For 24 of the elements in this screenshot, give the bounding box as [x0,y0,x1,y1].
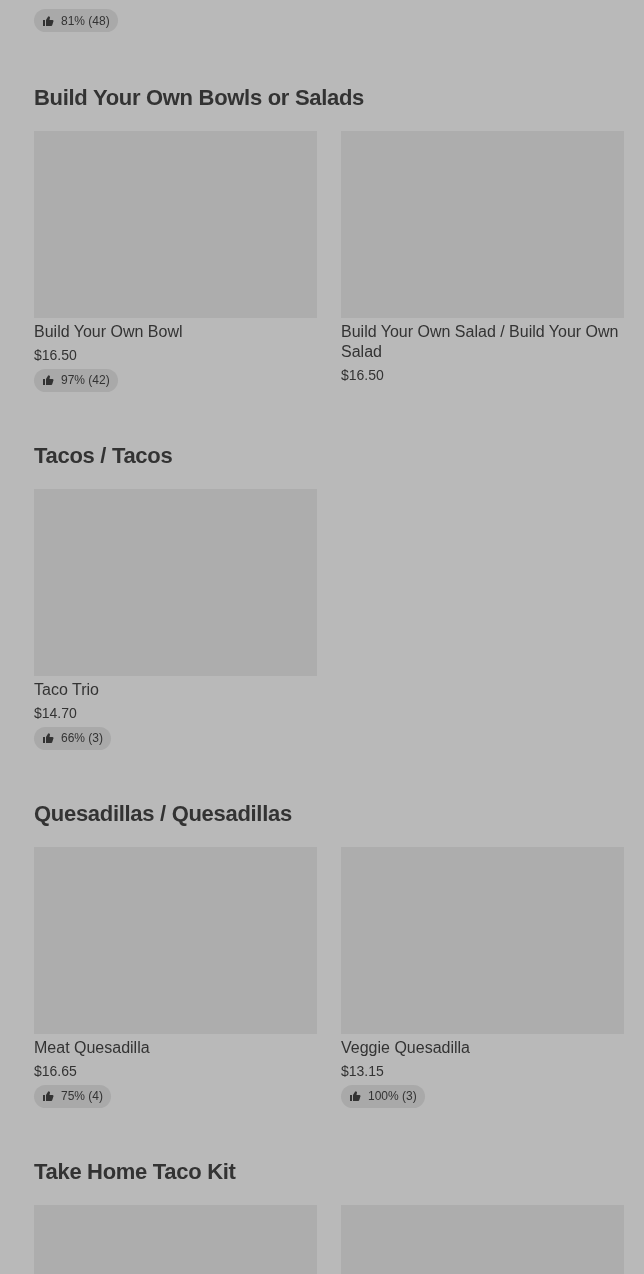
section-heading: Quesadillas / Quesadillas [34,799,293,828]
thumbs-up-icon [42,374,54,386]
rating-badge: 97% (42) [34,368,118,392]
section-heading: Tacos / Tacos [34,441,174,470]
item-name[interactable]: Taco Trio [34,679,317,700]
thumbs-up-icon [42,14,54,27]
item-name[interactable]: Veggie Quesadilla [341,1037,624,1058]
item-price: $16.65 [34,1061,78,1081]
rating-badge: 81% (48) [34,9,118,32]
thumbs-up-icon [42,1090,54,1102]
item-name[interactable]: Build Your Own Salad / Build Your Own Salad [341,321,624,362]
item-name[interactable]: Meat Quesadilla [34,1037,317,1058]
rating-badge: 100% (3) [341,1084,425,1108]
section-heading: Build Your Own Bowls or Salads [34,83,365,112]
thumbs-up-icon [349,1090,361,1102]
item-price: $13.15 [341,1061,385,1081]
item-price: $16.50 [34,345,78,365]
section-heading: Take Home Taco Kit [34,1157,237,1186]
rating-badge: 75% (4) [34,1084,112,1108]
item-name[interactable]: Build Your Own Bowl [34,321,317,342]
rating-badge: 66% (3) [34,726,112,750]
item-price: $14.70 [34,703,78,723]
thumbs-up-icon [42,732,54,744]
item-price: $16.50 [341,365,385,385]
